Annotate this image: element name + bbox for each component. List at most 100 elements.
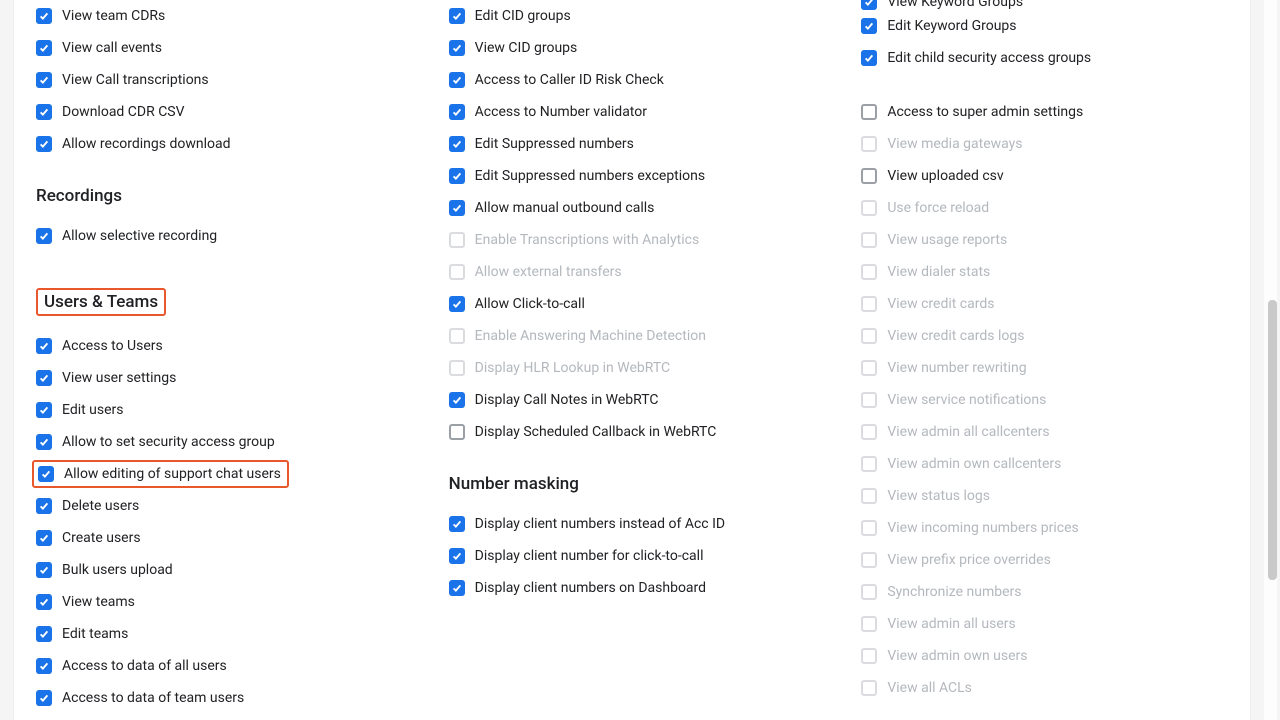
- users-perm-checkbox[interactable]: [36, 658, 52, 674]
- users-perm-checkbox[interactable]: [36, 402, 52, 418]
- masking-perm-checkbox[interactable]: [449, 580, 465, 596]
- users-perm-checkbox[interactable]: [36, 690, 52, 706]
- permissions-columns: View team CDRsView call eventsView Call …: [14, 0, 1250, 714]
- cid-perm-checkbox[interactable]: [449, 168, 465, 184]
- admin-perm-row: Synchronize numbers: [861, 576, 1240, 608]
- cid-perm-row: Enable Transcriptions with Analytics: [449, 224, 828, 256]
- cid-perm-checkbox[interactable]: [449, 104, 465, 120]
- admin-perm-row: Use force reload: [861, 192, 1240, 224]
- users-perm-checkbox[interactable]: [36, 370, 52, 386]
- admin-perm-row: View number rewriting: [861, 352, 1240, 384]
- cdr-perm-label: View call events: [62, 40, 162, 56]
- users-perm-checkbox[interactable]: [36, 562, 52, 578]
- admin-perm-checkbox: [861, 648, 877, 664]
- cid-perm-checkbox[interactable]: [449, 72, 465, 88]
- cid-perm-checkbox[interactable]: [449, 296, 465, 312]
- cid-perm-label: Access to Caller ID Risk Check: [475, 72, 664, 88]
- cid-perm-checkbox[interactable]: [449, 40, 465, 56]
- admin-perm-checkbox: [861, 456, 877, 472]
- cdr-perm-checkbox[interactable]: [36, 136, 52, 152]
- scrollbar-thumb[interactable]: [1268, 300, 1277, 580]
- admin-perm-label: View incoming numbers prices: [887, 520, 1078, 536]
- users-perm-checkbox[interactable]: [36, 594, 52, 610]
- recordings-perm-checkbox[interactable]: [36, 228, 52, 244]
- admin-perm-label: View usage reports: [887, 232, 1007, 248]
- admin-perm-label: View dialer stats: [887, 264, 990, 280]
- cdr-perm-checkbox[interactable]: [36, 8, 52, 24]
- users-perm-checkbox[interactable]: [36, 530, 52, 546]
- cid-perm-checkbox[interactable]: [449, 136, 465, 152]
- admin-perm-label: Synchronize numbers: [887, 584, 1021, 600]
- section-number-masking-title: Number masking: [449, 474, 579, 494]
- masking-perm-row: Display client numbers instead of Acc ID: [449, 508, 828, 540]
- cid-perm-row: View CID groups: [449, 32, 828, 64]
- admin-perm-checkbox: [861, 264, 877, 280]
- admin-perm-row: View uploaded csv: [861, 160, 1240, 192]
- admin-perm-row: View admin own callcenters: [861, 448, 1240, 480]
- cid-perm-checkbox: [449, 232, 465, 248]
- admin-perm-label: View uploaded csv: [887, 168, 1003, 184]
- admin-perm-row: View prefix price overrides: [861, 544, 1240, 576]
- users-perm-checkbox[interactable]: [36, 338, 52, 354]
- admin-perm-label: Use force reload: [887, 200, 989, 216]
- users-perm-checkbox[interactable]: [36, 434, 52, 450]
- admin-perm-label: View number rewriting: [887, 360, 1026, 376]
- admin-perm-row: View credit cards: [861, 288, 1240, 320]
- cdr-perm-checkbox[interactable]: [36, 104, 52, 120]
- cid-perm-row: Allow Click-to-call: [449, 288, 828, 320]
- admin-perm-label: View prefix price overrides: [887, 552, 1050, 568]
- cid-perm-checkbox[interactable]: [449, 200, 465, 216]
- admin-perm-label: Access to super admin settings: [887, 104, 1083, 120]
- users-perm-label: Allow editing of support chat users: [64, 466, 281, 482]
- cid-perm-row: Enable Answering Machine Detection: [449, 320, 828, 352]
- cid-perm-checkbox: [449, 264, 465, 280]
- admin-perm-checkbox: [861, 232, 877, 248]
- admin-perm-row: View admin own users: [861, 640, 1240, 672]
- admin-perm-checkbox: [861, 328, 877, 344]
- permissions-column-3: View Keyword GroupsEdit Keyword GroupsEd…: [837, 0, 1250, 714]
- admin-perm-checkbox: [861, 360, 877, 376]
- admin-perm-label: View media gateways: [887, 136, 1022, 152]
- cdr-perm-label: View team CDRs: [62, 8, 165, 24]
- users-perm-label: Edit users: [62, 402, 124, 418]
- admin-perm-row: Access to super admin settings: [861, 96, 1240, 128]
- cid-perm-label: Edit CID groups: [475, 8, 571, 24]
- admin-perm-label: View admin own callcenters: [887, 456, 1061, 472]
- cid-perm-checkbox: [449, 328, 465, 344]
- users-perm-row: View user settings: [36, 362, 415, 394]
- cid-perm-checkbox[interactable]: [449, 424, 465, 440]
- keyword-perm-checkbox[interactable]: [861, 0, 877, 10]
- cid-perm-label: Allow Click-to-call: [475, 296, 585, 312]
- keyword-perm-checkbox[interactable]: [861, 18, 877, 34]
- cid-perm-checkbox[interactable]: [449, 8, 465, 24]
- cid-perm-row: Display Scheduled Callback in WebRTC: [449, 416, 828, 448]
- recordings-perm-row: Allow selective recording: [36, 220, 415, 252]
- section-users-teams-title: Users & Teams: [36, 288, 166, 316]
- cid-perm-checkbox[interactable]: [449, 392, 465, 408]
- masking-perm-checkbox[interactable]: [449, 516, 465, 532]
- section-recordings-title: Recordings: [36, 186, 122, 206]
- admin-perm-row: View dialer stats: [861, 256, 1240, 288]
- keyword-perm-label: Edit child security access groups: [887, 50, 1091, 66]
- users-perm-label: Create users: [62, 530, 141, 546]
- masking-perm-row: Display client number for click-to-call: [449, 540, 828, 572]
- admin-perm-checkbox: [861, 680, 877, 696]
- cdr-perm-row: Download CDR CSV: [36, 96, 415, 128]
- cid-perm-label: Access to Number validator: [475, 104, 647, 120]
- cid-perm-label: Edit Suppressed numbers: [475, 136, 634, 152]
- users-perm-label: Allow to set security access group: [62, 434, 275, 450]
- users-perm-checkbox[interactable]: [38, 466, 54, 482]
- users-perm-checkbox[interactable]: [36, 626, 52, 642]
- masking-perm-checkbox[interactable]: [449, 548, 465, 564]
- admin-perm-row: View service notifications: [861, 384, 1240, 416]
- cdr-perm-checkbox[interactable]: [36, 40, 52, 56]
- cdr-perm-row: View team CDRs: [36, 0, 415, 32]
- cid-perm-label: Display Scheduled Callback in WebRTC: [475, 424, 717, 440]
- admin-perm-checkbox[interactable]: [861, 168, 877, 184]
- keyword-perm-checkbox[interactable]: [861, 50, 877, 66]
- admin-perm-label: View all ACLs: [887, 680, 972, 696]
- admin-perm-label: View service notifications: [887, 392, 1046, 408]
- cdr-perm-checkbox[interactable]: [36, 72, 52, 88]
- admin-perm-checkbox[interactable]: [861, 104, 877, 120]
- users-perm-checkbox[interactable]: [36, 498, 52, 514]
